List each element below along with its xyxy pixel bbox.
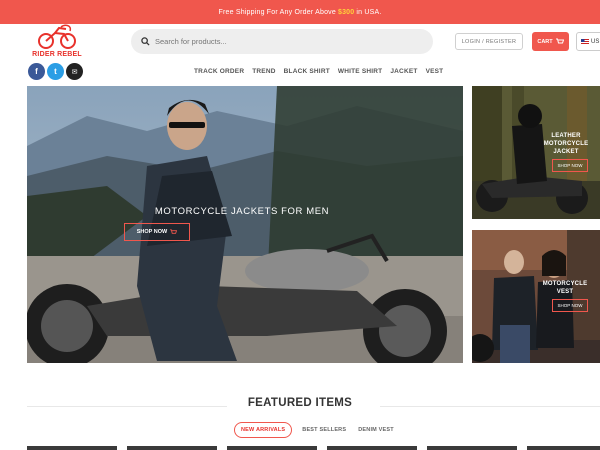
product-card[interactable] [27, 446, 117, 450]
nav-item-jacket[interactable]: JACKET [390, 68, 417, 75]
facebook-icon[interactable]: f [28, 63, 45, 80]
hero-title: MOTORCYCLE JACKETS FOR MEN [154, 206, 330, 217]
product-card[interactable] [427, 446, 517, 450]
announcement-bar: Free Shipping For Any Order Above $300 i… [0, 0, 600, 24]
logo-motorbike-icon [38, 24, 76, 49]
search-input[interactable] [155, 37, 425, 46]
product-card[interactable] [527, 446, 600, 450]
nav-item-trend[interactable]: TREND [252, 68, 275, 75]
twitter-icon[interactable]: t [47, 63, 64, 80]
cart-icon [170, 229, 178, 234]
announcement-text: Free Shipping For Any Order Above [218, 8, 336, 16]
featured-title: FEATURED ITEMS [247, 397, 353, 409]
motorcycle-vest-shop-button[interactable]: SHOP NOW [552, 299, 588, 312]
featured-tabs: NEW ARRIVALS BEST SELLERS DENIM VEST [234, 422, 396, 438]
search-icon [141, 37, 150, 46]
language-label: US [591, 38, 600, 45]
hero-banner[interactable]: MOTORCYCLE JACKETS FOR MEN SHOP NOW [27, 86, 463, 363]
product-card[interactable] [327, 446, 417, 450]
tab-best-sellers[interactable]: BEST SELLERS [300, 423, 348, 437]
cart-icon [555, 38, 564, 44]
logo-text: RIDER REBEL [32, 51, 82, 58]
motorcycle-vest-title: MOTORCYCLE VEST [542, 281, 588, 295]
featured-section: FEATURED ITEMS [0, 397, 600, 417]
search-bar[interactable] [131, 29, 433, 54]
us-flag-icon [581, 38, 589, 45]
announcement-amount: $300 [337, 8, 355, 16]
nav-item-white-shirt[interactable]: WHITE SHIRT [338, 68, 382, 75]
product-card[interactable] [127, 446, 217, 450]
leather-jacket-shop-button[interactable]: SHOP NOW [552, 159, 588, 172]
main-nav: TRACK ORDER TREND BLACK SHIRT WHITE SHIR… [194, 68, 443, 75]
hero-button-label: SHOP NOW [136, 229, 168, 235]
language-selector[interactable]: US [576, 32, 600, 51]
leather-jacket-banner[interactable]: LEATHER MOTORCYCLE JACKET SHOP NOW [472, 86, 600, 219]
motorcycle-vest-image [472, 230, 600, 363]
email-icon[interactable]: ✉ [66, 63, 83, 80]
motorcycle-vest-banner[interactable]: MOTORCYCLE VEST SHOP NOW [472, 230, 600, 363]
hero-shop-now-button[interactable]: SHOP NOW [124, 223, 190, 241]
tab-new-arrivals[interactable]: NEW ARRIVALS [234, 422, 293, 438]
nav-item-black-shirt[interactable]: BLACK SHIRT [284, 68, 330, 75]
login-register-button[interactable]: LOGIN / REGISTER [455, 33, 523, 50]
cart-button[interactable]: CART [532, 32, 569, 51]
hero-image [27, 86, 463, 363]
announcement-text-end: in USA. [356, 8, 382, 16]
tab-denim-vest[interactable]: DENIM VEST [356, 423, 396, 437]
cart-label: CART [537, 38, 553, 45]
social-links: f t ✉ [28, 63, 83, 80]
logo[interactable]: RIDER REBEL [28, 24, 86, 62]
nav-item-vest[interactable]: VEST [426, 68, 444, 75]
nav-item-track-order[interactable]: TRACK ORDER [194, 68, 244, 75]
product-card[interactable] [227, 446, 317, 450]
site-header: RIDER REBEL LOGIN / REGISTER CART US [0, 24, 600, 62]
leather-jacket-title: LEATHER MOTORCYCLE JACKET [543, 133, 589, 155]
